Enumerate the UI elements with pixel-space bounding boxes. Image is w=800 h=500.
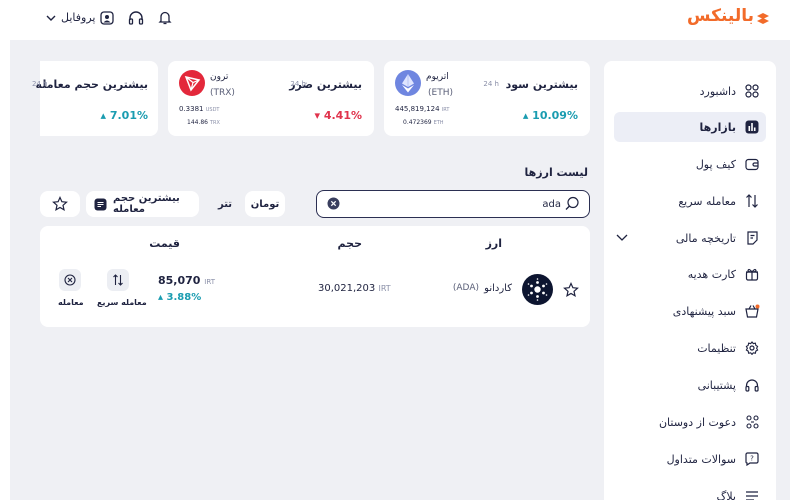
settings-icon <box>744 340 760 356</box>
sidebar-item-label: دعوت از دوستان <box>658 415 736 429</box>
sidebar-item-gift-card[interactable]: کارت هدیه <box>614 259 766 289</box>
change-percent: ▴ 10.09% <box>522 109 578 122</box>
currency-list-title: لیست ارزها <box>524 166 588 179</box>
sidebar-item-label: معامله سریع <box>678 194 736 208</box>
table-row[interactable]: کاردانو (ADA) 30,021,203 IRT 85,070 IRT … <box>40 266 590 316</box>
coin-price: 85,070 IRT <box>158 274 215 287</box>
faq-icon: ? <box>744 451 760 467</box>
logo-text: بالینکس <box>687 6 754 26</box>
app-logo[interactable]: بالینکس <box>687 6 770 26</box>
coin-name: ترون <box>210 72 229 82</box>
history-icon <box>744 230 760 246</box>
sidebar-item-suggested-basket[interactable]: سبد پیشنهادی <box>614 296 766 326</box>
card-period: 24 h <box>483 80 499 88</box>
chevron-down-icon <box>46 15 56 21</box>
sidebar-item-invite[interactable]: دعوت از دوستان <box>614 407 766 437</box>
gift-icon <box>744 266 760 282</box>
sidebar-item-label: کیف پول <box>695 157 736 171</box>
trade-label[interactable]: معامله <box>58 298 84 307</box>
sidebar-item-dashboard[interactable]: داشبورد <box>614 76 766 106</box>
sidebar-item-faq[interactable]: ? سوالات متداول <box>614 444 766 474</box>
sidebar-item-label: بازارها <box>699 120 736 134</box>
filter-icon <box>94 198 107 211</box>
column-header-price: قیمت <box>149 237 180 250</box>
sidebar-item-label: تاریخچه مالی <box>675 231 736 245</box>
wallet-icon <box>744 156 760 172</box>
column-header-asset: ارز <box>485 237 502 250</box>
bell-icon[interactable] <box>158 10 173 25</box>
tron-logo-icon <box>179 70 205 96</box>
coin-unit-price: 144.86 TRX <box>187 119 220 126</box>
tab-tether[interactable]: تتر <box>210 191 240 217</box>
coin-name: کاردانو <box>484 283 512 294</box>
card-title: بیشترین حجم معامله <box>35 78 148 91</box>
cardano-logo-icon <box>522 274 553 305</box>
headset-icon <box>744 377 760 393</box>
svg-text:?: ? <box>750 455 754 463</box>
coin-unit-price: 0.472369 ETH <box>403 119 444 126</box>
headset-icon[interactable] <box>128 10 144 25</box>
sidebar-item-label: پشتیبانی <box>697 378 736 392</box>
sidebar-item-blog[interactable]: بلاگ <box>614 481 766 500</box>
basket-icon <box>744 303 760 319</box>
top-header: بالینکس پروفایل <box>0 0 800 40</box>
sidebar-item-label: تنظیمات <box>697 341 736 355</box>
card-top-loser[interactable]: بیشترین ضرر 24 h ترون (TRX) 0.3381 USDT … <box>168 61 374 136</box>
search-input[interactable] <box>361 196 561 212</box>
sort-dropdown[interactable]: بیشترین حجم معامله <box>86 191 199 217</box>
tab-toman[interactable]: تومان <box>245 191 285 217</box>
sidebar-item-settings[interactable]: تنظیمات <box>614 333 766 363</box>
sidebar-item-label: داشبورد <box>699 84 736 98</box>
markets-icon <box>744 119 760 135</box>
change-percent: ▴ 7.01% <box>100 109 148 122</box>
price-change-percent: ▴ 3.88% <box>158 292 202 303</box>
search-icon <box>565 196 580 211</box>
favorite-star-icon[interactable] <box>563 282 579 298</box>
blog-icon <box>744 488 760 500</box>
card-top-volume[interactable]: بیشترین حجم معامله 24 h ▴ 7.01% <box>32 61 158 136</box>
coin-symbol: (TRX) <box>210 88 235 98</box>
invite-icon <box>744 414 760 430</box>
sidebar-item-history[interactable]: تاریخچه مالی <box>614 223 766 253</box>
sidebar-item-markets[interactable]: بازارها <box>614 112 766 142</box>
quick-trade-label[interactable]: معامله سریع <box>97 298 147 307</box>
sidebar-item-support[interactable]: پشتیبانی <box>614 370 766 400</box>
card-period: 24 h <box>32 80 48 88</box>
change-percent: ▾ 4.41% <box>314 109 362 122</box>
clear-search-icon[interactable] <box>327 197 340 210</box>
card-top-gainer[interactable]: بیشترین سود 24 h اتریوم (ETH) 445,819,12… <box>384 61 590 136</box>
quick-trade-button[interactable] <box>107 269 129 291</box>
sidebar-item-label: سبد پیشنهادی <box>672 304 736 318</box>
sidebar-item-quick-trade[interactable]: معامله سریع <box>614 186 766 216</box>
card-title: بیشترین سود <box>505 78 578 91</box>
chevron-down-icon[interactable] <box>616 232 628 245</box>
trade-button[interactable] <box>59 269 81 291</box>
favorites-filter-button[interactable] <box>40 191 80 217</box>
star-icon <box>52 196 68 212</box>
sidebar-item-wallet[interactable]: کیف پول <box>614 149 766 179</box>
sidebar-item-label: سوالات متداول <box>666 452 736 466</box>
coin-name: اتریوم <box>426 72 449 82</box>
currency-table: ارز حجم قیمت کاردانو (ADA) 30,021,203 IR… <box>40 226 590 327</box>
coin-symbol: (ADA) <box>452 283 479 293</box>
coin-volume: 30,021,203 IRT <box>318 283 391 294</box>
sidebar: داشبورد بازارها کیف پول معامله سریع تاری… <box>604 61 776 500</box>
card-period: 24 h <box>290 80 306 88</box>
profile-label: پروفایل <box>61 11 96 24</box>
sidebar-item-label: کارت هدیه <box>687 267 736 281</box>
coin-price: 0.3381 USDT <box>179 105 220 113</box>
coin-symbol: (ETH) <box>428 88 453 98</box>
sidebar-item-label: بلاگ <box>716 489 736 500</box>
coin-price: 445,819,124 IRT <box>395 105 450 113</box>
user-icon <box>100 10 115 25</box>
column-header-volume: حجم <box>337 237 362 250</box>
sort-label: بیشترین حجم معامله <box>113 193 180 215</box>
logo-mark-icon <box>756 10 770 24</box>
ethereum-logo-icon <box>395 70 421 96</box>
profile-menu-button[interactable]: پروفایل <box>46 10 115 25</box>
dashboard-icon <box>744 83 760 99</box>
search-box <box>316 190 590 218</box>
swap-icon <box>744 193 760 209</box>
